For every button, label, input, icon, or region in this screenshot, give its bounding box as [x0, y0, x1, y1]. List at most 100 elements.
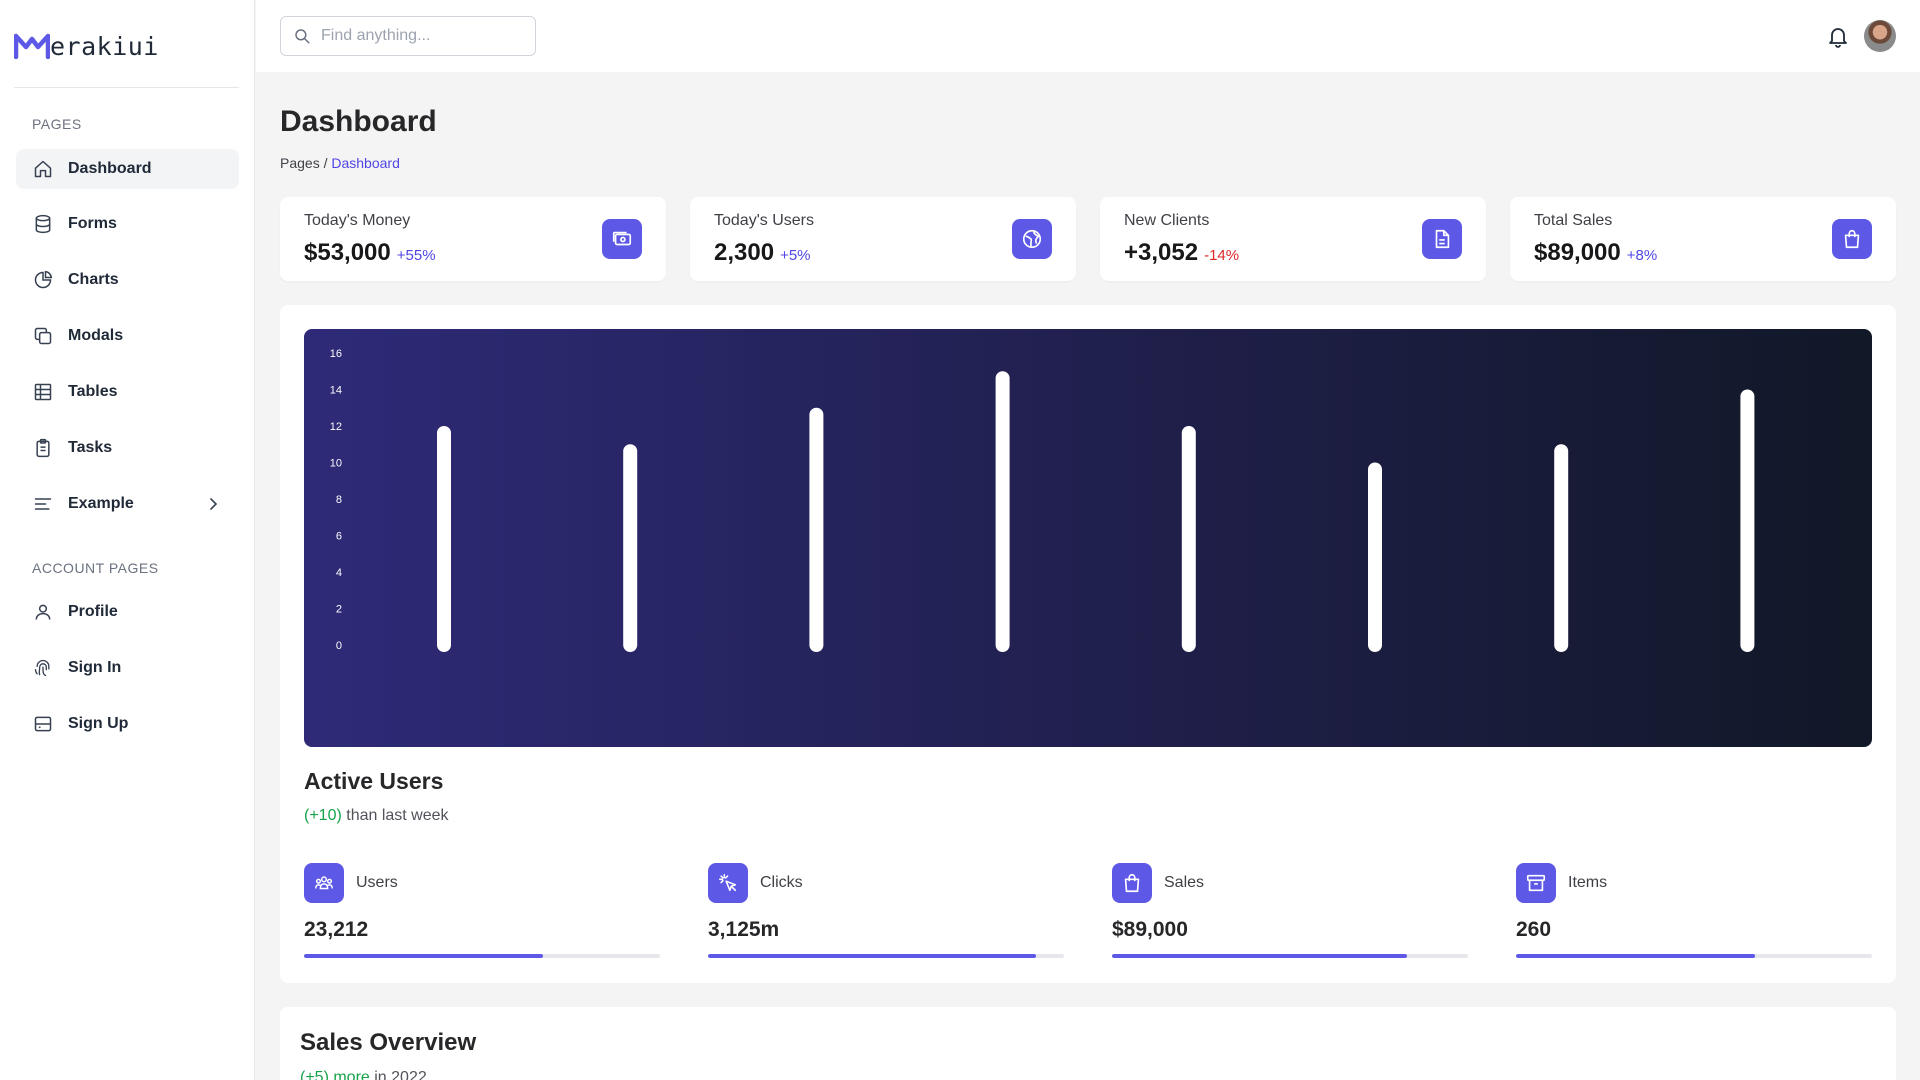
metric-label: Users	[356, 874, 398, 891]
stat-value: $89,000 +8%	[1534, 239, 1657, 267]
stat-label: Today's Money	[304, 212, 411, 229]
metric-progress-fill	[1516, 954, 1755, 958]
pie-chart-icon	[32, 269, 54, 291]
stat-card-todays-money: Today's Money $53,000 +55%	[280, 197, 666, 281]
breadcrumb: Pages / Dashboard	[280, 155, 400, 171]
y-tick-label: 0	[336, 640, 342, 652]
sidebar-section-account-pages: ACCOUNT PAGES	[32, 560, 159, 576]
search-box[interactable]	[280, 16, 536, 56]
chart-bar[interactable]	[1554, 444, 1569, 652]
sidebar-item-forms[interactable]: Forms	[16, 204, 239, 244]
sidebar-item-tasks[interactable]: Tasks	[16, 428, 239, 468]
breadcrumb-current[interactable]: Dashboard	[331, 155, 400, 171]
notification-bell-icon[interactable]	[1826, 24, 1850, 48]
stat-change: +8%	[1626, 247, 1658, 264]
metric-progress-track	[708, 954, 1064, 958]
search-input[interactable]	[321, 27, 521, 45]
breadcrumb-separator: /	[323, 155, 328, 171]
chart-bar[interactable]	[1368, 462, 1382, 653]
active-users-change: (+10)	[304, 807, 342, 824]
stat-card-total-sales: Total Sales $89,000 +8%	[1510, 197, 1896, 281]
sidebar-item-label: Forms	[68, 215, 117, 232]
metric-value: 3,125m	[708, 918, 780, 941]
breadcrumb-root[interactable]: Pages	[280, 155, 320, 171]
y-tick-label: 12	[330, 421, 342, 433]
metric-progress-track	[304, 954, 660, 958]
stat-value: +3,052 -14%	[1124, 239, 1239, 267]
sidebar-item-dashboard[interactable]: Dashboard	[16, 149, 239, 189]
sidebar-item-label: Profile	[68, 603, 118, 620]
merakiui-logo-icon	[14, 33, 50, 59]
sign-up-icon	[32, 713, 54, 735]
sidebar-item-profile[interactable]: Profile	[16, 592, 239, 632]
sidebar-item-label: Sign Up	[68, 715, 129, 732]
cursor-click-icon	[708, 863, 748, 903]
metric-progress-track	[1516, 954, 1872, 958]
sidebar-divider	[14, 87, 239, 88]
chart-bar[interactable]	[1181, 426, 1196, 652]
sidebar-item-sign-in[interactable]: Sign In	[16, 648, 239, 688]
users-group-icon	[304, 863, 344, 903]
user-avatar[interactable]	[1864, 20, 1896, 52]
y-tick-label: 4	[336, 567, 342, 579]
sidebar-item-modals[interactable]: Modals	[16, 316, 239, 356]
brand-logo-text: erakiui	[50, 31, 159, 61]
copy-icon	[32, 325, 54, 347]
sidebar-item-tables[interactable]: Tables	[16, 372, 239, 412]
chart-bar[interactable]	[437, 426, 451, 652]
stat-number: +3,052	[1124, 239, 1199, 266]
shopping-bag-icon	[1112, 863, 1152, 903]
sidebar-item-label: Example	[68, 495, 134, 512]
sidebar-item-charts[interactable]: Charts	[16, 260, 239, 300]
chart-bar[interactable]	[1740, 389, 1755, 653]
active-users-title: Active Users	[304, 768, 444, 794]
chart-bar[interactable]	[809, 407, 824, 652]
database-icon	[32, 213, 54, 235]
topbar	[256, 0, 1920, 72]
active-users-suffix: than last week	[341, 807, 449, 824]
table-icon	[32, 381, 54, 403]
metric-progress-fill	[304, 954, 543, 958]
align-left-icon	[32, 493, 54, 515]
sales-overview-subtitle: (+5) more in 2022	[300, 1069, 427, 1080]
stat-number: $89,000	[1534, 239, 1621, 266]
sidebar-item-label: Sign In	[68, 659, 122, 676]
stat-change: +5%	[780, 247, 811, 264]
metric-value: $89,000	[1112, 918, 1188, 941]
bar-chart-svg: 0 2 4 6 8 10 12 14 16	[330, 348, 1755, 653]
stat-value: $53,000 +55%	[304, 239, 436, 267]
y-tick-label: 10	[330, 458, 342, 470]
metric-label: Sales	[1164, 874, 1205, 891]
sidebar-item-label: Tables	[68, 383, 118, 400]
chart-bar[interactable]	[995, 371, 1010, 652]
sidebar: erakiui PAGES Dashboard Forms Charts Mod…	[0, 0, 255, 1080]
stat-number: 2,300	[714, 239, 775, 266]
sidebar-item-label: Dashboard	[68, 160, 152, 177]
globe-icon	[1012, 219, 1052, 259]
shopping-bag-icon	[1832, 219, 1872, 259]
metric-users: Users 23,212	[304, 863, 660, 963]
stat-number: $53,000	[304, 239, 391, 266]
brand-logo[interactable]: erakiui	[14, 30, 159, 62]
metric-label: Clicks	[760, 874, 803, 891]
sidebar-item-example[interactable]: Example	[16, 484, 239, 524]
sidebar-section-pages: PAGES	[32, 116, 82, 132]
stat-card-new-clients: New Clients +3,052 -14%	[1100, 197, 1486, 281]
stat-label: Total Sales	[1534, 212, 1613, 229]
sidebar-item-sign-up[interactable]: Sign Up	[16, 704, 239, 744]
document-icon	[1422, 219, 1462, 259]
metric-items: Items 260	[1516, 863, 1872, 963]
stat-change: +55%	[396, 247, 436, 264]
metric-label: Items	[1568, 874, 1608, 891]
metric-progress-track	[1112, 954, 1468, 958]
chart-bar[interactable]	[623, 444, 638, 652]
user-icon	[32, 601, 54, 623]
sales-overview-change: (+5) more	[300, 1069, 370, 1080]
y-tick-label: 14	[330, 385, 342, 397]
y-tick-label: 6	[336, 531, 342, 543]
sales-overview-title: Sales Overview	[300, 1029, 477, 1056]
search-icon	[295, 29, 310, 44]
archive-icon	[1516, 863, 1556, 903]
money-icon	[602, 219, 642, 259]
active-users-chart: 0 2 4 6 8 10 12 14 16	[304, 329, 1872, 747]
